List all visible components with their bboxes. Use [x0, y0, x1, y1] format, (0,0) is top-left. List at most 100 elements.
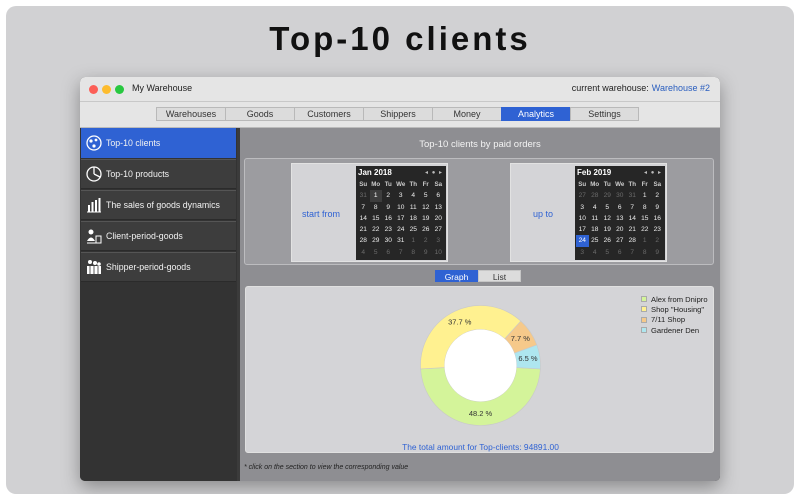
end-day[interactable]: 6	[614, 247, 627, 258]
tab-goods[interactable]: Goods	[225, 107, 294, 121]
start-day[interactable]: 1	[369, 190, 382, 202]
end-day[interactable]: 18	[589, 224, 602, 235]
start-day[interactable]: 23	[382, 224, 395, 235]
sidebar-item-the-sales-of-goods-dynamics[interactable]: The sales of goods dynamics	[81, 190, 236, 220]
end-day[interactable]: 3	[576, 202, 589, 213]
end-day[interactable]: 13	[614, 213, 627, 224]
end-day[interactable]: 29	[601, 190, 614, 201]
sidebar-item-top-10-products[interactable]: Top-10 products	[81, 159, 236, 189]
end-day[interactable]: 9	[651, 202, 664, 213]
end-day[interactable]: 11	[589, 213, 602, 224]
end-day[interactable]: 2	[651, 190, 664, 201]
end-day[interactable]: 10	[576, 213, 589, 224]
start-day[interactable]: 31	[395, 235, 408, 246]
end-day[interactable]: 16	[651, 213, 664, 224]
sidebar-item-shipper-period-goods[interactable]: Shipper-period-goods	[81, 252, 236, 282]
start-day[interactable]: 6	[382, 247, 395, 258]
end-day[interactable]: 15	[639, 213, 652, 224]
end-day[interactable]: 25	[589, 235, 602, 246]
start-day[interactable]: 5	[370, 247, 383, 258]
end-calendar[interactable]: Feb 2019 ◂ ● ▸ Su Mo Tu We Th Fr Sa 27 28 29 30 31 1…	[575, 166, 665, 260]
start-day[interactable]: 28	[357, 235, 370, 246]
start-day[interactable]: 4	[357, 247, 370, 258]
start-day[interactable]: 27	[432, 224, 445, 235]
start-day[interactable]: 19	[420, 213, 433, 224]
start-day[interactable]: 6	[432, 190, 445, 201]
start-day[interactable]: 3	[432, 235, 445, 246]
start-calendar[interactable]: Jan 2018 ◂ ● ▸ Su Mo Tu We Th Fr Sa 31 1 2 3 4 5 6 7 8 9…	[356, 166, 446, 260]
start-day[interactable]: 12	[420, 202, 433, 213]
start-day[interactable]: 18	[407, 213, 420, 224]
end-day[interactable]: 8	[639, 202, 652, 213]
start-day[interactable]: 16	[382, 213, 395, 224]
start-day[interactable]: 25	[407, 224, 420, 235]
sidebar-item-top-10-clients[interactable]: Top-10 clients	[81, 128, 236, 158]
end-day[interactable]: 5	[601, 247, 614, 258]
start-day[interactable]: 9	[382, 202, 395, 213]
sidebar-item-client-period-goods[interactable]: Client-period-goods	[81, 221, 236, 251]
end-day[interactable]: 5	[601, 202, 614, 213]
tab-analytics[interactable]: Analytics	[501, 107, 570, 121]
tab-money[interactable]: Money	[432, 107, 501, 121]
start-day[interactable]: 4	[407, 190, 420, 201]
start-day[interactable]: 2	[420, 235, 433, 246]
current-warehouse-value[interactable]: Warehouse #2	[652, 83, 710, 93]
start-day[interactable]: 1	[407, 235, 420, 246]
view-graph-button[interactable]: Graph	[435, 270, 478, 282]
end-day[interactable]: 20	[614, 224, 627, 235]
end-day[interactable]: 9	[651, 247, 664, 258]
tab-shippers[interactable]: Shippers	[363, 107, 432, 121]
view-list-button[interactable]: List	[478, 270, 521, 282]
start-day[interactable]: 8	[370, 202, 383, 213]
start-day[interactable]: 29	[370, 235, 383, 246]
start-day[interactable]: 22	[370, 224, 383, 235]
end-day[interactable]: 23	[651, 224, 664, 235]
end-day[interactable]: 6	[614, 202, 627, 213]
tab-settings[interactable]: Settings	[570, 107, 639, 121]
end-day[interactable]: 14	[626, 213, 639, 224]
minimize-window-button[interactable]	[102, 85, 111, 94]
end-day[interactable]: 17	[576, 224, 589, 235]
start-day[interactable]: 24	[395, 224, 408, 235]
end-day[interactable]: 24	[576, 235, 589, 247]
tab-warehouses[interactable]: Warehouses	[156, 107, 225, 121]
start-day[interactable]: 9	[420, 247, 433, 258]
end-day[interactable]: 7	[626, 247, 639, 258]
end-day[interactable]: 27	[576, 190, 589, 201]
start-day[interactable]: 14	[357, 213, 370, 224]
start-day[interactable]: 21	[357, 224, 370, 235]
end-day[interactable]: 28	[589, 190, 602, 201]
end-day[interactable]: 1	[639, 190, 652, 201]
start-day[interactable]: 3	[395, 190, 408, 201]
end-day[interactable]: 30	[614, 190, 627, 201]
end-day[interactable]: 19	[601, 224, 614, 235]
start-day[interactable]: 10	[395, 202, 408, 213]
end-day[interactable]: 3	[576, 247, 589, 258]
end-day[interactable]: 21	[626, 224, 639, 235]
end-day[interactable]: 4	[589, 247, 602, 258]
start-day[interactable]: 5	[420, 190, 433, 201]
start-day[interactable]: 10	[432, 247, 445, 258]
start-day[interactable]: 26	[420, 224, 433, 235]
end-day[interactable]: 27	[614, 235, 627, 246]
start-day[interactable]: 20	[432, 213, 445, 224]
end-day[interactable]: 22	[639, 224, 652, 235]
end-day[interactable]: 26	[601, 235, 614, 246]
end-day[interactable]: 1	[639, 235, 652, 246]
calendar-nav-icon[interactable]: ◂ ● ▸	[425, 169, 443, 176]
donut-chart[interactable]: 48.2 % 37.7 % 7.7 % 6.5 %	[418, 303, 543, 428]
start-day[interactable]: 31	[357, 190, 370, 201]
end-day[interactable]: 8	[639, 247, 652, 258]
zoom-window-button[interactable]	[115, 85, 124, 94]
start-day[interactable]: 7	[395, 247, 408, 258]
end-day[interactable]: 28	[626, 235, 639, 246]
tab-customers[interactable]: Customers	[294, 107, 363, 121]
start-day[interactable]: 13	[432, 202, 445, 213]
start-day[interactable]: 8	[407, 247, 420, 258]
start-day[interactable]: 30	[382, 235, 395, 246]
calendar-nav-icon[interactable]: ◂ ● ▸	[644, 169, 662, 176]
start-day[interactable]: 17	[395, 213, 408, 224]
end-day[interactable]: 7	[626, 202, 639, 213]
start-day[interactable]: 2	[382, 190, 395, 201]
end-day[interactable]: 12	[601, 213, 614, 224]
